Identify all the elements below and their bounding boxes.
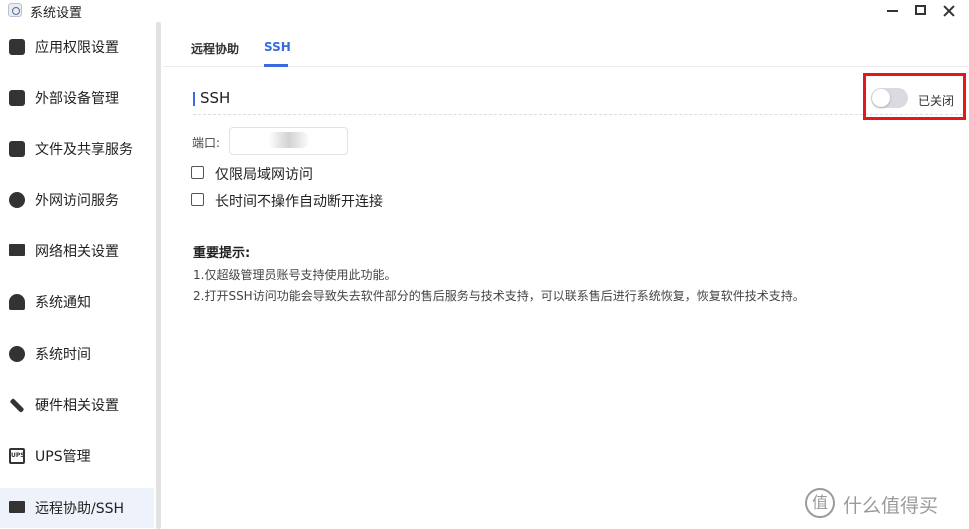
sidebar-item-label: 系统时间 xyxy=(35,347,91,363)
monitor-icon xyxy=(9,501,25,513)
toggle-status: 已关闭 xyxy=(918,94,955,108)
blurred-port-value xyxy=(268,132,310,148)
sidebar-item-ups[interactable]: UPS UPS管理 xyxy=(0,436,154,476)
settings-app-icon xyxy=(8,3,22,17)
lan-only-checkbox[interactable] xyxy=(191,166,204,179)
sidebar-item-network[interactable]: 网络相关设置 xyxy=(0,231,154,271)
bell-icon xyxy=(9,294,25,310)
tab-ssh[interactable]: SSH xyxy=(264,40,291,54)
title-bar: 系统设置 xyxy=(0,0,969,22)
sidebar: 应用权限设置 外部设备管理 文件及共享服务 外网访问服务 网络相关设置 系统通知… xyxy=(0,22,160,529)
section-title: SSH xyxy=(200,89,231,107)
sidebar-scrollbar[interactable] xyxy=(156,22,161,529)
watermark-logo-icon: 值 xyxy=(805,488,835,518)
sidebar-item-external-access[interactable]: 外网访问服务 xyxy=(0,180,154,220)
tab-remote-assist[interactable]: 远程协助 xyxy=(191,40,239,57)
ssh-toggle[interactable] xyxy=(871,88,908,108)
watermark: 值 什么值得买 xyxy=(805,488,965,520)
sidebar-item-label: 硬件相关设置 xyxy=(35,398,119,414)
sidebar-item-label: 应用权限设置 xyxy=(35,40,119,56)
globe-clock-icon xyxy=(9,346,25,362)
sliders-icon xyxy=(9,39,25,55)
tab-bar: 远程协助 SSH xyxy=(163,22,969,67)
sidebar-item-system-time[interactable]: 系统时间 xyxy=(0,334,154,374)
sidebar-item-hardware[interactable]: 硬件相关设置 xyxy=(0,385,154,425)
device-icon xyxy=(9,90,25,106)
sidebar-item-label: UPS管理 xyxy=(35,449,91,465)
close-button[interactable] xyxy=(936,0,962,22)
sidebar-item-external-devices[interactable]: 外部设备管理 xyxy=(0,78,154,118)
section-marker xyxy=(193,92,195,106)
sidebar-item-label: 系统通知 xyxy=(35,295,91,311)
active-tab-indicator xyxy=(264,64,288,67)
window-title: 系统设置 xyxy=(30,6,83,21)
notice-line: 2.打开SSH访问功能会导致失去软件部分的售后服务与技术支持，可以联系售后进行系… xyxy=(193,289,805,303)
notice-title: 重要提示: xyxy=(193,246,251,261)
minimize-button[interactable] xyxy=(880,0,906,22)
sidebar-item-label: 外部设备管理 xyxy=(35,91,119,107)
file-icon xyxy=(9,141,25,157)
network-icon xyxy=(9,244,25,256)
watermark-text: 什么值得买 xyxy=(843,495,939,517)
link-icon xyxy=(9,192,25,208)
tools-icon xyxy=(9,398,25,413)
lan-only-label: 仅限局域网访问 xyxy=(215,167,313,183)
port-label: 端口: xyxy=(192,136,221,150)
maximize-button[interactable] xyxy=(908,0,934,22)
sidebar-item-label: 外网访问服务 xyxy=(35,193,119,209)
sidebar-item-label: 远程协助/SSH xyxy=(35,501,125,517)
sidebar-item-app-permissions[interactable]: 应用权限设置 xyxy=(0,27,154,67)
auto-disconnect-checkbox[interactable] xyxy=(191,193,204,206)
sidebar-item-remote-ssh[interactable]: 远程协助/SSH xyxy=(0,488,154,528)
notice-line: 1.仅超级管理员账号支持使用此功能。 xyxy=(193,268,397,282)
sidebar-item-label: 网络相关设置 xyxy=(35,244,119,260)
sidebar-item-file-sharing[interactable]: 文件及共享服务 xyxy=(0,129,154,169)
toggle-knob xyxy=(872,89,890,107)
auto-disconnect-label: 长时间不操作自动断开连接 xyxy=(215,194,383,210)
sidebar-item-notifications[interactable]: 系统通知 xyxy=(0,282,154,322)
section-divider xyxy=(193,114,963,115)
ups-icon: UPS xyxy=(9,448,25,464)
sidebar-item-label: 文件及共享服务 xyxy=(35,142,133,158)
